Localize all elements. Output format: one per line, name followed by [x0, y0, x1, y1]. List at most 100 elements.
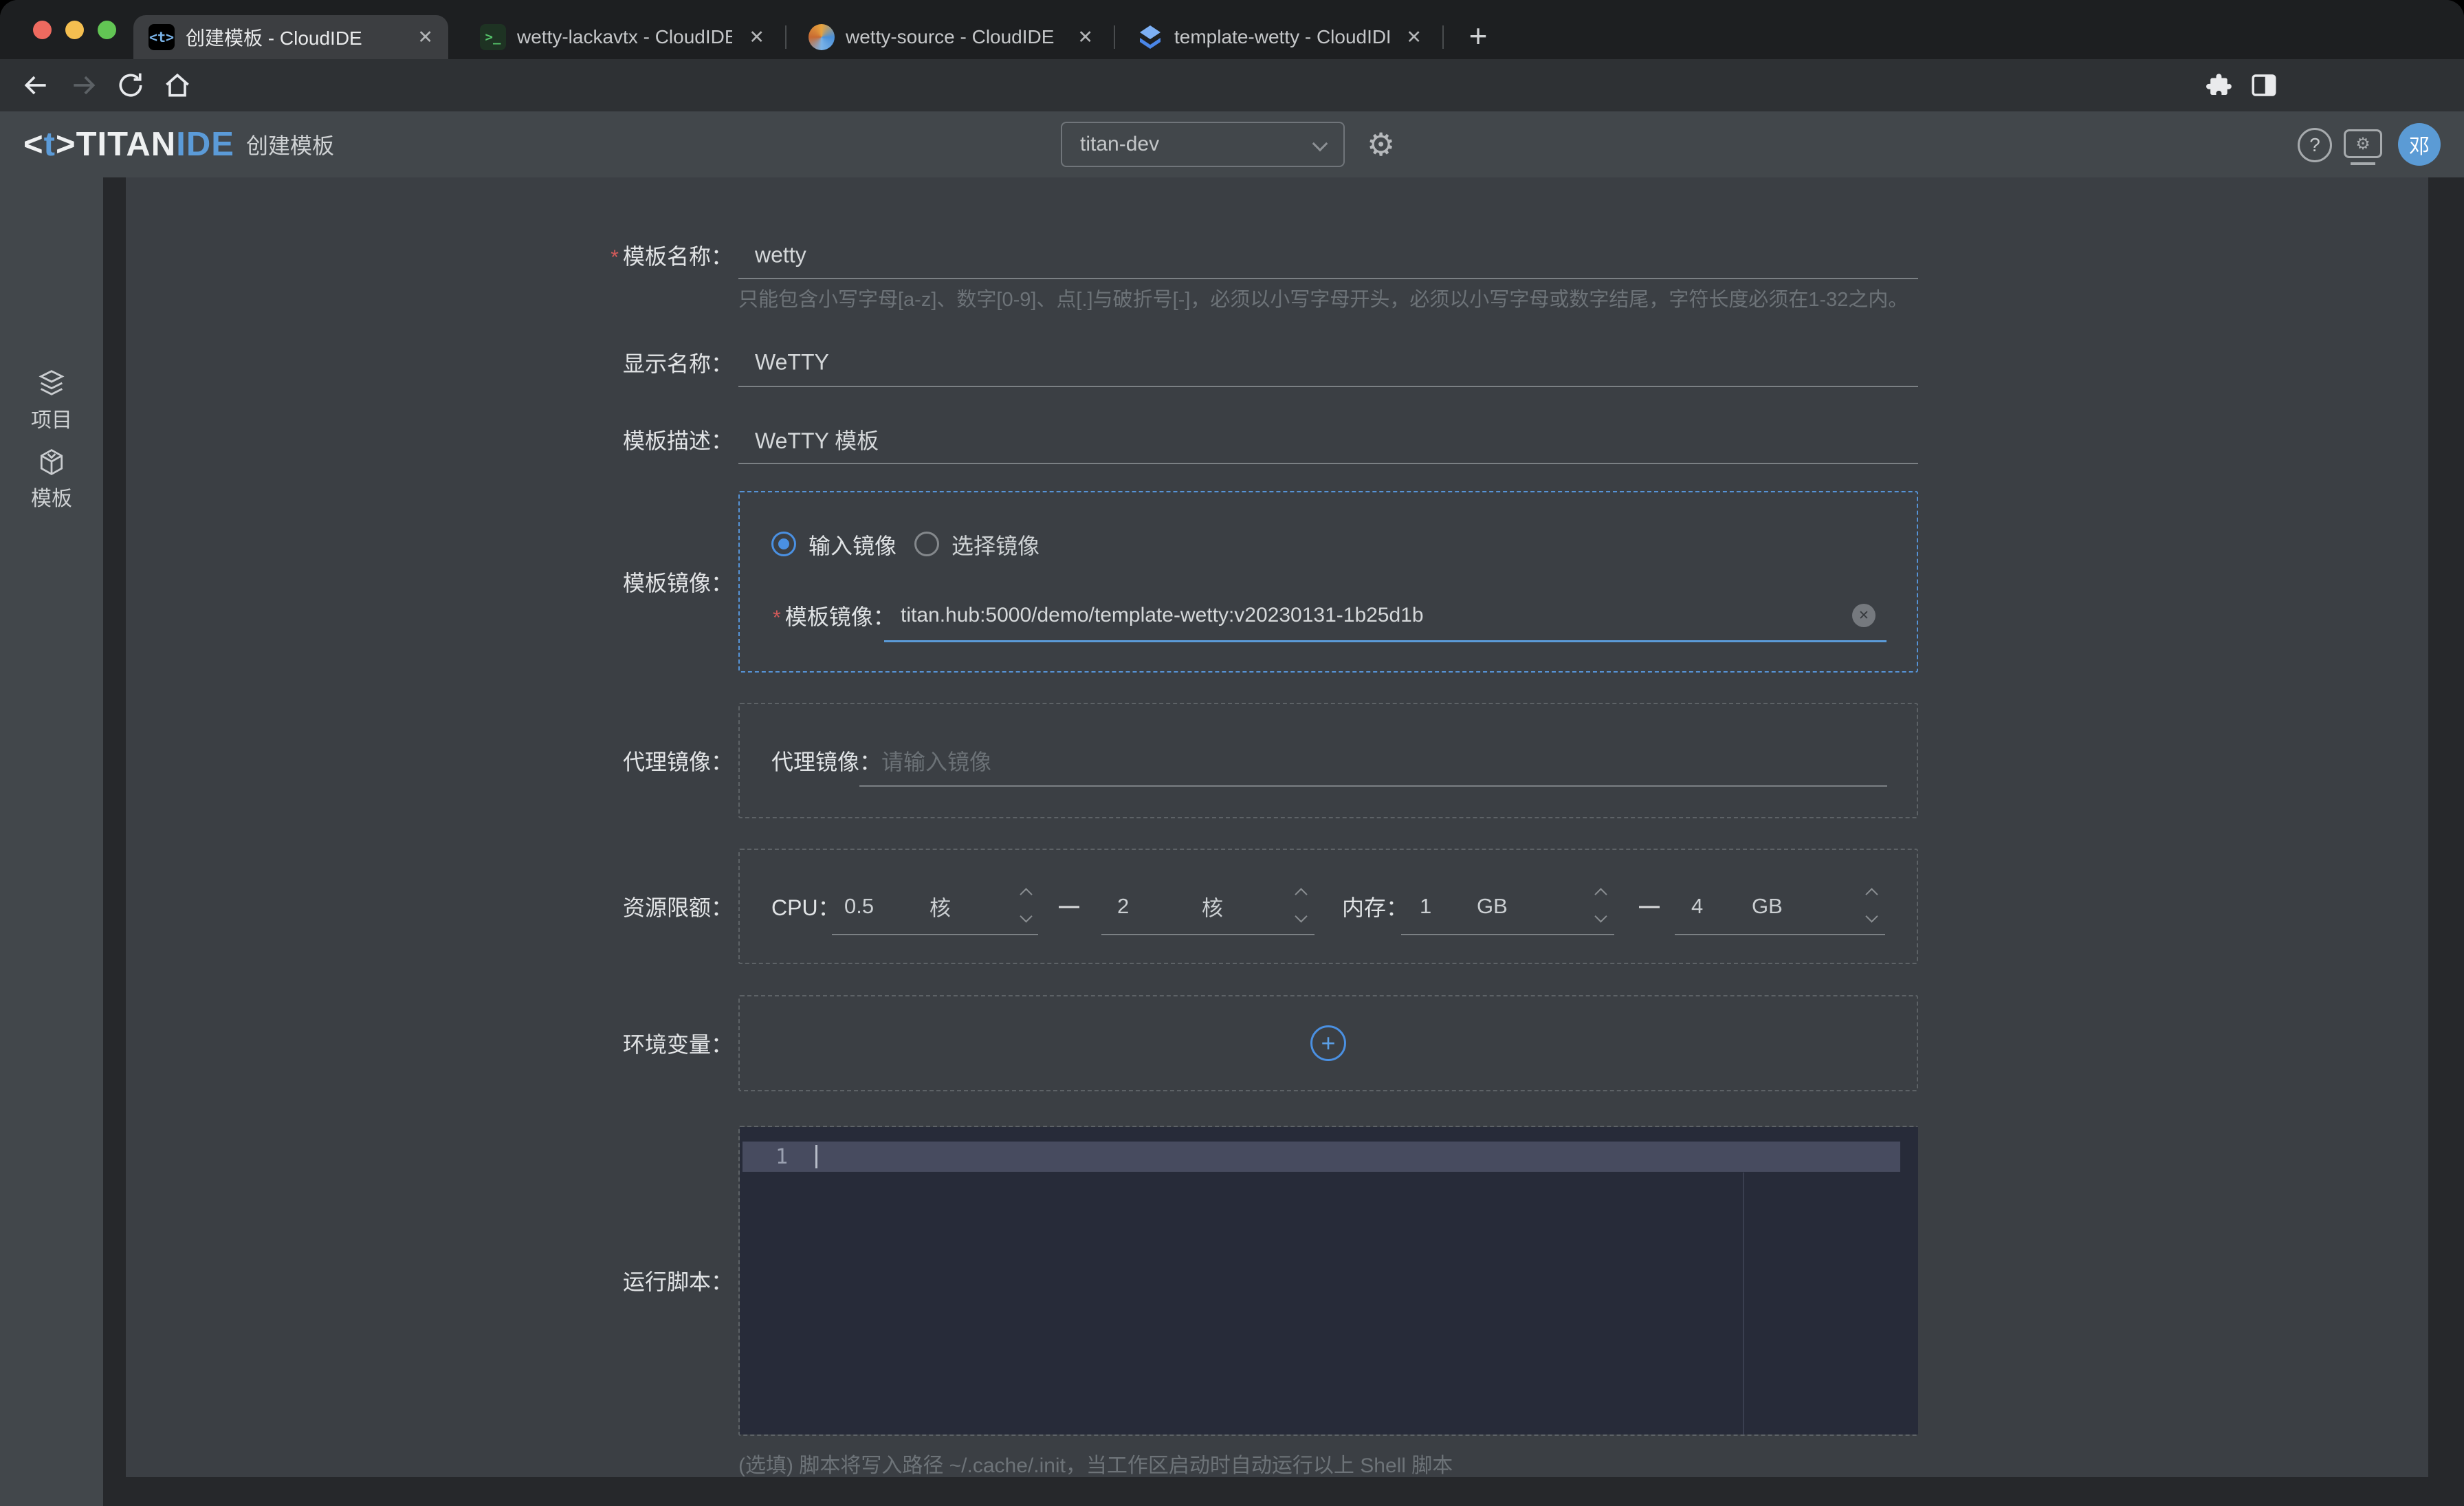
template-name-underline [738, 278, 1918, 279]
radio-input-image[interactable] [771, 532, 796, 556]
range-dash: — [1059, 895, 1079, 918]
sidebar-item-templates[interactable]: 模板 [0, 447, 103, 512]
tab-wetty-source[interactable]: wetty-source - CloudIDE ✕ [793, 15, 1108, 59]
memory-max-input[interactable]: 4 [1691, 894, 1703, 919]
memory-label: 内存： [1342, 891, 1408, 922]
system-monitor-base [2351, 162, 2375, 165]
tab-create-template[interactable]: <t> 创建模板 - CloudIDE ✕ [133, 15, 448, 59]
radio-input-image-label: 输入镜像 [808, 529, 896, 560]
chevron-down-icon [1312, 136, 1328, 152]
env-vars-label: 环境变量： [417, 1027, 733, 1059]
reload-icon[interactable] [116, 70, 146, 100]
cpu-min-input[interactable]: 0.5 [844, 894, 874, 919]
resource-quota-label: 资源限额： [417, 891, 733, 922]
required-asterisk: * [773, 607, 781, 629]
template-favicon-icon [1137, 24, 1163, 50]
template-image-inner-label: *模板镜像： [773, 600, 895, 631]
template-name-label: *模板名称： [417, 239, 733, 271]
template-image-label: 模板镜像： [417, 566, 733, 598]
layers-icon [36, 367, 67, 399]
editor-cursor [815, 1145, 817, 1168]
editor-active-line [742, 1142, 1900, 1172]
script-code-editor[interactable]: 1 [740, 1127, 1918, 1434]
environment-select-value: titan-dev [1080, 133, 1159, 156]
system-monitor-icon[interactable]: ⚙ [2344, 129, 2382, 158]
source-favicon-icon [808, 24, 835, 50]
display-name-input[interactable]: WeTTY [755, 350, 829, 375]
tab-close-icon[interactable]: ✕ [743, 27, 764, 48]
traffic-minimize-button[interactable] [65, 21, 84, 39]
tab-title: wetty-lackavtx - CloudIDE [517, 26, 732, 48]
environment-select[interactable]: titan-dev [1061, 122, 1345, 167]
home-icon[interactable] [162, 70, 192, 100]
new-tab-button[interactable]: + [1458, 15, 1499, 56]
proxy-image-inner-label: 代理镜像： [771, 745, 881, 776]
proxy-image-underline [859, 785, 1887, 787]
display-name-underline [738, 386, 1918, 387]
memory-min-input[interactable]: 1 [1420, 894, 1431, 919]
cpu-label: CPU： [771, 891, 840, 922]
cube-icon [36, 447, 67, 477]
tab-title: template-wetty - CloudIDE [1174, 26, 1389, 48]
tab-template-wetty[interactable]: template-wetty - CloudIDE ✕ [1122, 15, 1437, 59]
resource-quota-box [738, 849, 1918, 964]
forward-icon[interactable] [69, 70, 99, 100]
sidebar-item-label: 项目 [0, 403, 103, 433]
template-name-input[interactable]: wetty [755, 243, 806, 268]
run-script-hint: (选填) 脚本将写入路径 ~/.cache/.init，当工作区启动时自动运行以… [738, 1448, 1453, 1478]
memory-max-underline [1675, 934, 1885, 935]
terminal-favicon-icon: >_ [480, 24, 506, 50]
cpu-max-input[interactable]: 2 [1117, 894, 1129, 919]
run-script-label: 运行脚本： [417, 1265, 733, 1296]
app-sidebar: 项目 模板 [0, 177, 103, 1506]
editor-line-number: 1 [740, 1142, 788, 1172]
display-name-label: 显示名称： [417, 347, 733, 378]
required-asterisk: * [610, 246, 619, 269]
titanide-logo: <t>TITANIDE [23, 125, 234, 164]
page-title: 创建模板 [246, 129, 334, 160]
tab-strip: <t> 创建模板 - CloudIDE ✕ >_ wetty-lackavtx … [0, 0, 2464, 59]
sidebar-item-projects[interactable]: 项目 [0, 367, 103, 433]
tab-separator [785, 25, 786, 49]
titanide-favicon-icon: <t> [148, 24, 175, 50]
side-panel-icon[interactable] [2250, 71, 2278, 100]
cpu-max-underline [1101, 934, 1314, 935]
radio-select-image[interactable] [914, 532, 939, 556]
browser-window: <t> 创建模板 - CloudIDE ✕ >_ wetty-lackavtx … [0, 0, 2464, 1506]
template-image-input[interactable]: titan.hub:5000/demo/template-wetty:v2023… [901, 604, 1424, 627]
memory-min-unit: GB [1477, 894, 1508, 919]
description-underline [738, 463, 1918, 464]
template-name-hint: 只能包含小写字母[a-z]、数字[0-9]、点[.]与破折号[-]，必须以小写字… [738, 283, 1908, 312]
sidebar-item-label: 模板 [0, 481, 103, 512]
description-input[interactable]: WeTTY 模板 [755, 424, 879, 455]
template-image-underline [884, 640, 1886, 642]
tab-close-icon[interactable]: ✕ [412, 27, 433, 48]
tab-wetty-lackavtx[interactable]: >_ wetty-lackavtx - CloudIDE ✕ [465, 15, 780, 59]
memory-max-unit: GB [1752, 894, 1783, 919]
proxy-image-input[interactable]: 请输入镜像 [881, 745, 991, 776]
proxy-image-label: 代理镜像： [417, 745, 733, 776]
app-header: <t>TITANIDE 创建模板 titan-dev ⚙ ? ⚙ 邓 [0, 111, 2464, 177]
template-image-box [738, 491, 1918, 673]
settings-gear-icon[interactable]: ⚙ [1367, 126, 1395, 163]
tab-close-icon[interactable]: ✕ [1400, 27, 1422, 48]
back-icon[interactable] [21, 70, 51, 100]
tab-close-icon[interactable]: ✕ [1072, 27, 1093, 48]
traffic-close-button[interactable] [33, 21, 52, 39]
description-label: 模板描述： [417, 424, 733, 455]
memory-min-underline [1401, 934, 1614, 935]
cpu-min-underline [832, 934, 1038, 935]
help-icon[interactable]: ? [2298, 128, 2332, 162]
add-env-var-button[interactable]: + [1310, 1025, 1346, 1061]
browser-toolbar: go.titanide.cn /ide/web/workspace/templa… [0, 59, 2464, 111]
editor-ruler-line [1743, 1172, 1744, 1434]
cpu-min-unit: 核 [930, 891, 951, 922]
radio-select-image-label: 选择镜像 [952, 529, 1040, 560]
user-avatar[interactable]: 邓 [2398, 123, 2441, 166]
traffic-zoom-button[interactable] [98, 21, 116, 39]
extensions-puzzle-icon[interactable] [2204, 71, 2233, 100]
clear-input-icon[interactable]: ✕ [1852, 604, 1876, 627]
tab-title: 创建模板 - CloudIDE [186, 23, 401, 51]
range-dash: — [1639, 895, 1660, 918]
tab-title: wetty-source - CloudIDE [846, 26, 1061, 48]
